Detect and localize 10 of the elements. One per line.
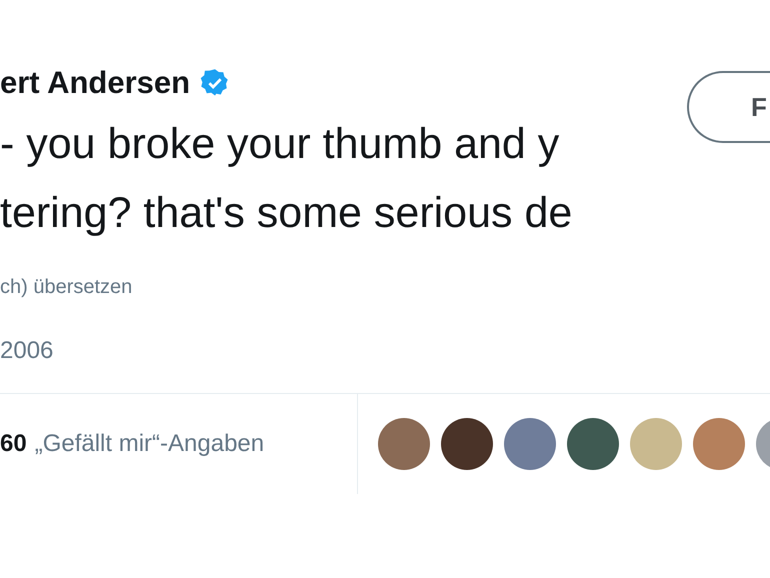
follow-button[interactable]: F: [687, 71, 770, 143]
avatar[interactable]: [567, 418, 619, 470]
author-name[interactable]: ert Andersen: [0, 64, 190, 102]
tweet-date: 2006: [0, 337, 54, 364]
tweet-text-line: - you broke your thumb and y: [0, 119, 560, 170]
translate-link[interactable]: ch) übersetzen: [0, 276, 132, 298]
tweet-text-line: tering? that's some serious de: [0, 188, 574, 239]
avatar[interactable]: [441, 418, 493, 470]
likes-label[interactable]: „Gefällt mir“-Angaben: [34, 430, 264, 458]
like-count: 60: [0, 430, 27, 458]
